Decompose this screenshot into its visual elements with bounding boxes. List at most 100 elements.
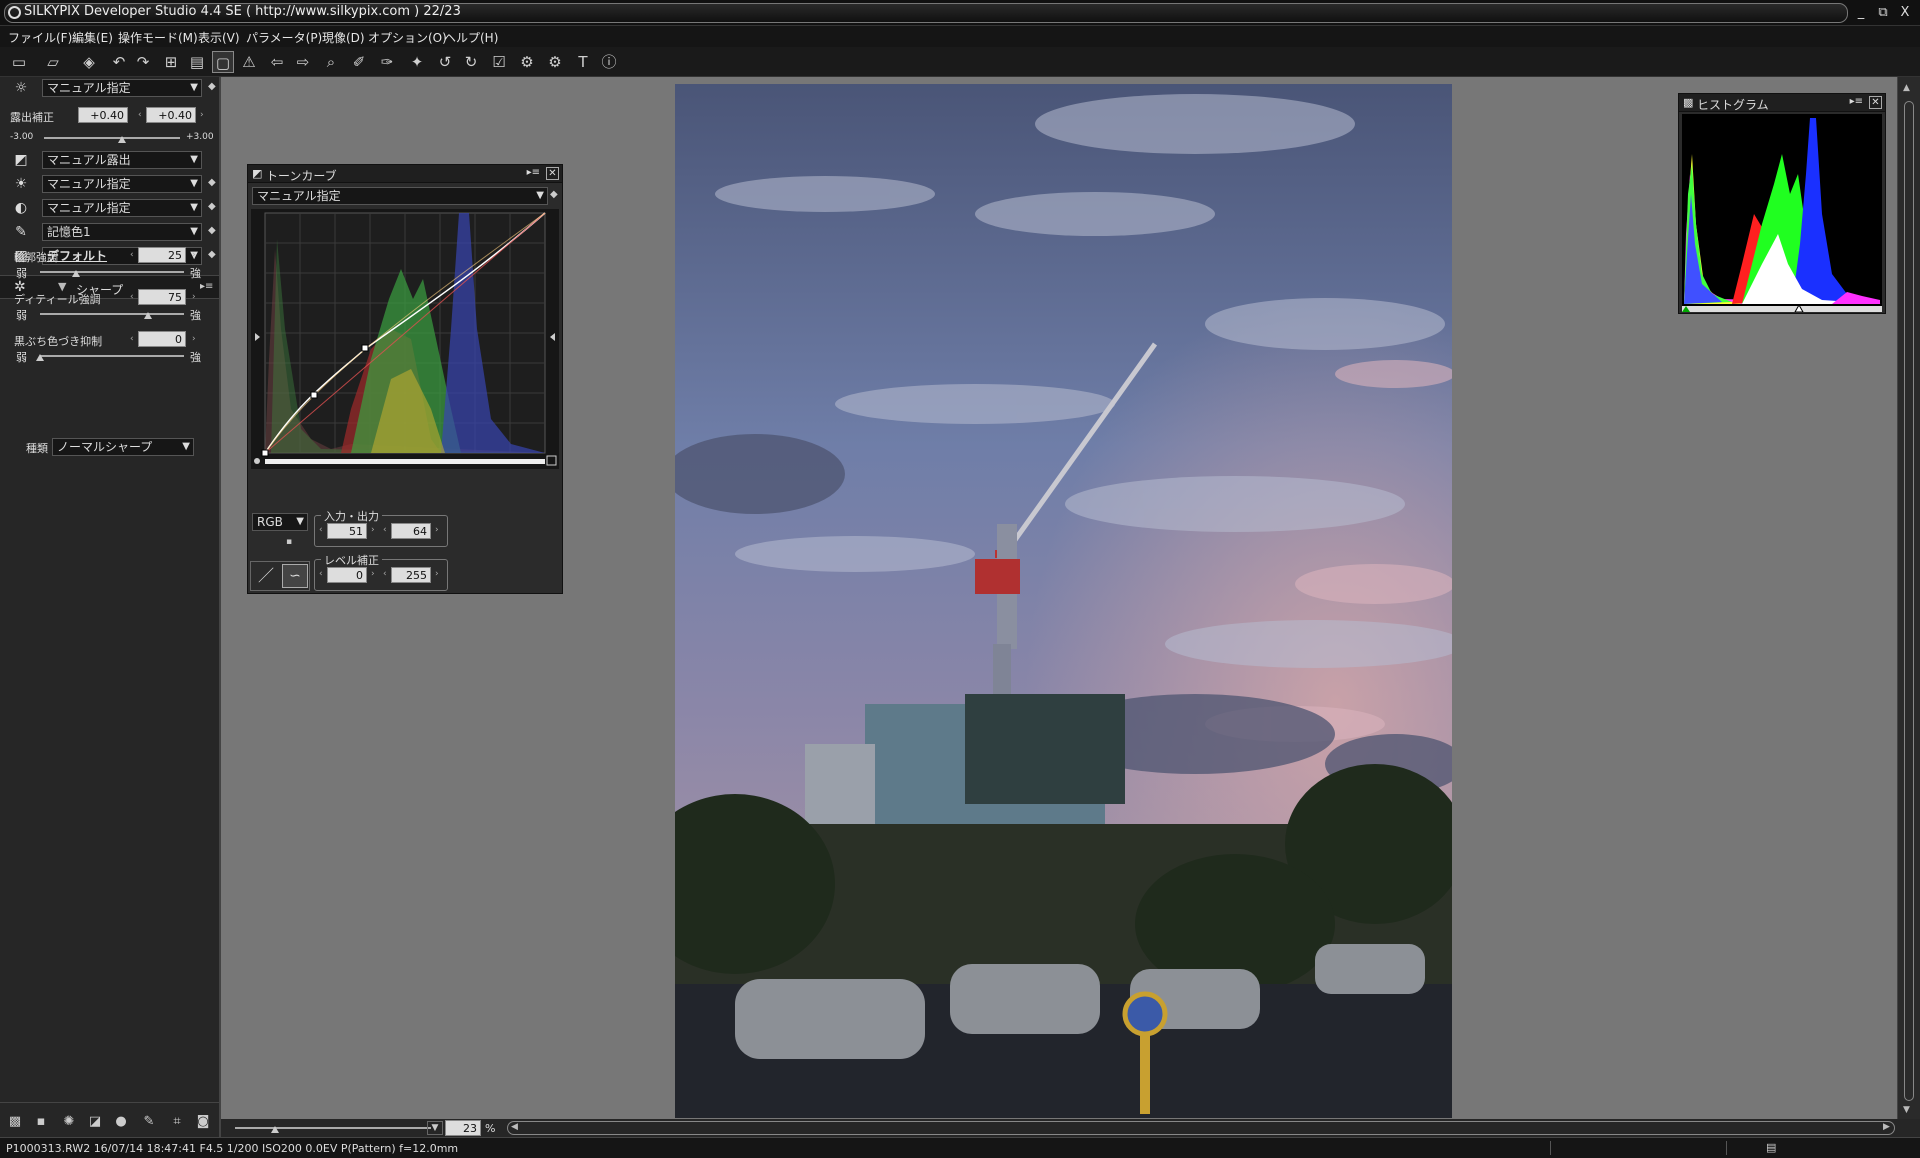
- sharp-type-dropdown[interactable]: ノーマルシャープ ▼: [52, 438, 194, 456]
- rotate-left-icon[interactable]: ↺: [434, 51, 456, 73]
- prev-image-icon[interactable]: ⇦: [266, 51, 288, 73]
- horizontal-scroll-thumb[interactable]: [507, 1121, 1895, 1135]
- level-high-value[interactable]: 255: [391, 567, 431, 583]
- tone-curve-toggle-icon[interactable]: ◪: [86, 1113, 104, 1131]
- tone-curve-titlebar[interactable]: ◩ トーンカーブ ▸≡ ✕: [248, 165, 562, 183]
- level-low-value[interactable]: 0: [327, 567, 367, 583]
- menu-option[interactable]: オプション(O): [368, 29, 447, 46]
- contrast-dropdown[interactable]: マニュアル指定 ▼: [42, 199, 202, 217]
- level-low-inc-arrow[interactable]: ›: [371, 569, 375, 579]
- menu-help[interactable]: ヘルプ(H): [444, 29, 498, 46]
- sharp-slider-value[interactable]: 25: [138, 247, 186, 263]
- input-inc-arrow[interactable]: ›: [371, 525, 375, 535]
- vertical-scrollbar[interactable]: ▲ ▼: [1897, 77, 1920, 1119]
- sharp-slider-thumb[interactable]: [72, 270, 80, 277]
- zoom-slider-track[interactable]: [235, 1127, 431, 1129]
- white-balance-icon[interactable]: ☀: [12, 175, 30, 193]
- diamond-icon[interactable]: ◆: [550, 189, 558, 200]
- level-low-dec-arrow[interactable]: ‹: [319, 569, 323, 579]
- color-dropdown[interactable]: 記憶色1 ▼: [42, 223, 202, 241]
- white-balance-dropdown[interactable]: マニュアル指定 ▼: [42, 175, 202, 193]
- linear-curve-icon[interactable]: ／: [253, 564, 279, 588]
- spot-icon[interactable]: ✦: [406, 51, 428, 73]
- input-dec-arrow[interactable]: ‹: [319, 525, 323, 535]
- eyedropper-gray-icon[interactable]: ✑: [376, 51, 398, 73]
- menu-parameter[interactable]: パラメータ(P): [246, 29, 322, 46]
- panel-menu-icon[interactable]: ▸≡: [527, 167, 540, 178]
- section-menu-icon[interactable]: ▸≡: [200, 281, 213, 292]
- exposure-icon[interactable]: ◩: [12, 151, 30, 169]
- scroll-up-arrow[interactable]: ▲: [1903, 83, 1910, 93]
- exposure-slider-track[interactable]: [44, 137, 180, 139]
- exposure-value-2[interactable]: +0.40: [146, 107, 196, 123]
- exposure-mode-dropdown[interactable]: マニュアル露出 ▼: [42, 151, 202, 169]
- sharp-slider-track[interactable]: [40, 313, 184, 315]
- sharp-slider-value[interactable]: 0: [138, 331, 186, 347]
- restore-button[interactable]: ⧉: [1874, 4, 1892, 22]
- next-image-icon[interactable]: ⇨: [292, 51, 314, 73]
- close-icon[interactable]: ✕: [1869, 96, 1882, 109]
- scroll-right-arrow[interactable]: ▶: [1883, 1122, 1890, 1132]
- slider-dec-arrow[interactable]: ‹: [130, 334, 134, 344]
- zoom-value[interactable]: 23: [445, 1120, 481, 1136]
- photo-preview[interactable]: [675, 84, 1452, 1118]
- exposure-value-1[interactable]: +0.40: [78, 107, 128, 123]
- lens-icon[interactable]: ◙: [194, 1113, 212, 1131]
- sharp-slider-value[interactable]: 75: [138, 289, 186, 305]
- comment-icon[interactable]: ▪: [32, 1113, 50, 1131]
- open-recent-icon[interactable]: ▱: [42, 51, 64, 73]
- eraser-icon[interactable]: ◈: [78, 51, 100, 73]
- crop-icon[interactable]: ⌗: [168, 1113, 186, 1131]
- scroll-down-arrow[interactable]: ▼: [1903, 1105, 1910, 1115]
- sharp-slider-thumb[interactable]: [36, 354, 44, 361]
- channel-sub-icon[interactable]: ▪: [286, 537, 292, 547]
- color-ball-icon[interactable]: ●: [112, 1113, 130, 1131]
- output-dec-arrow[interactable]: ‹: [383, 525, 387, 535]
- filmstrip-view-icon[interactable]: ▤: [186, 51, 208, 73]
- close-button[interactable]: X: [1896, 4, 1914, 22]
- histogram-toggle-icon[interactable]: ▩: [6, 1113, 24, 1131]
- menu-file[interactable]: ファイル(F): [8, 29, 72, 46]
- exposure-inc-arrow[interactable]: ›: [200, 110, 204, 120]
- color-pen-icon[interactable]: ✎: [12, 223, 30, 241]
- minimize-button[interactable]: _: [1852, 4, 1870, 22]
- tone-curve-graph[interactable]: [251, 209, 559, 469]
- contrast-icon[interactable]: ◐: [12, 199, 30, 217]
- develop-icon[interactable]: ⚙: [516, 51, 538, 73]
- diamond-icon[interactable]: ◆: [208, 249, 216, 260]
- diamond-icon[interactable]: ◆: [208, 81, 216, 92]
- slider-dec-arrow[interactable]: ‹: [130, 292, 134, 302]
- tone-curve-preset-dropdown[interactable]: マニュアル指定 ▼: [252, 187, 548, 205]
- zoom-slider-thumb[interactable]: [271, 1126, 279, 1133]
- input-value[interactable]: 51: [327, 523, 367, 539]
- undo-icon[interactable]: ↶: [108, 51, 130, 73]
- slider-inc-arrow[interactable]: ›: [192, 250, 196, 260]
- gear-icon[interactable]: ☼: [12, 79, 30, 97]
- close-icon[interactable]: ✕: [546, 167, 559, 180]
- exposure-dec-arrow[interactable]: ‹: [138, 110, 142, 120]
- eyedropper-wb-icon[interactable]: ✐: [348, 51, 370, 73]
- grid-view-icon[interactable]: ⊞: [160, 51, 182, 73]
- warning-icon[interactable]: ⚠: [238, 51, 260, 73]
- rotate-right-icon[interactable]: ↻: [460, 51, 482, 73]
- level-high-dec-arrow[interactable]: ‹: [383, 569, 387, 579]
- sharp-slider-track[interactable]: [40, 355, 184, 357]
- redo-icon[interactable]: ↷: [132, 51, 154, 73]
- diamond-icon[interactable]: ◆: [208, 225, 216, 236]
- histogram-titlebar[interactable]: ▩ ヒストグラム ▸≡ ✕: [1679, 94, 1885, 112]
- diamond-icon[interactable]: ◆: [208, 177, 216, 188]
- preset-dropdown[interactable]: マニュアル指定 ▼: [42, 79, 202, 97]
- sharp-slider-thumb[interactable]: [144, 312, 152, 319]
- output-value[interactable]: 64: [391, 523, 431, 539]
- slider-dec-arrow[interactable]: ‹: [130, 250, 134, 260]
- scroll-left-arrow[interactable]: ◀: [511, 1122, 518, 1132]
- zoom-dropdown-arrow[interactable]: ▼: [427, 1121, 443, 1135]
- slider-inc-arrow[interactable]: ›: [192, 334, 196, 344]
- zoom-icon[interactable]: ⌕: [320, 51, 342, 73]
- level-high-inc-arrow[interactable]: ›: [435, 569, 439, 579]
- open-folder-icon[interactable]: ▭: [8, 51, 30, 73]
- panel-menu-icon[interactable]: ▸≡: [1850, 96, 1863, 107]
- output-inc-arrow[interactable]: ›: [435, 525, 439, 535]
- exposure-slider-thumb[interactable]: [118, 136, 126, 143]
- vertical-scroll-thumb[interactable]: [1904, 101, 1914, 1101]
